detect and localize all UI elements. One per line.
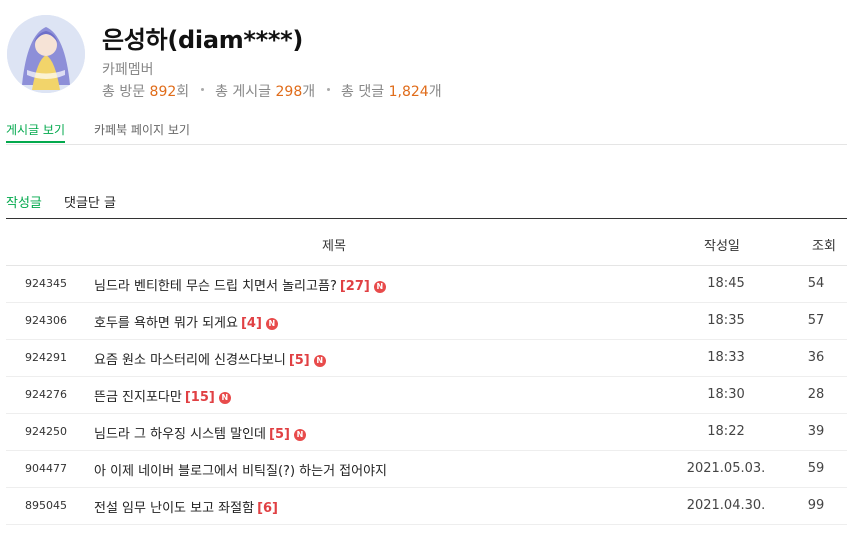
post-title[interactable]: 님드라 벤티한테 무슨 드립 치면서 놀리고픔? bbox=[94, 279, 337, 294]
tab-cafebook[interactable]: 카페북 페이지 보기 bbox=[94, 121, 190, 138]
table-row[interactable]: 895045 전설 임무 난이도 보고 좌절함 [6] 2021.04.30. 99 bbox=[6, 488, 847, 525]
post-id: 904477 bbox=[25, 462, 67, 475]
post-date: 18:30 bbox=[707, 387, 745, 402]
visits-count: 892 bbox=[149, 84, 177, 100]
post-id: 924291 bbox=[25, 351, 67, 364]
post-date: 2021.04.30. bbox=[686, 498, 766, 513]
tab-posts[interactable]: 게시글 보기 bbox=[6, 121, 66, 143]
visits-label: 총 방문 bbox=[102, 84, 146, 100]
post-title[interactable]: 아 이제 네이버 블로그에서 비틱질(?) 하는거 접어야지 bbox=[94, 464, 387, 479]
comments-label: 총 댓글 bbox=[341, 84, 385, 100]
post-title-link[interactable]: 님드라 그 하우징 시스템 말인데 [5] N bbox=[94, 423, 306, 442]
post-date: 18:22 bbox=[707, 424, 745, 439]
table-row[interactable]: 924250 님드라 그 하우징 시스템 말인데 [5] N 18:22 39 bbox=[6, 414, 847, 451]
comment-count[interactable]: [4] bbox=[241, 316, 262, 331]
post-date: 2021.05.03. bbox=[686, 461, 766, 476]
post-date: 18:45 bbox=[707, 276, 745, 291]
comment-count[interactable]: [6] bbox=[257, 501, 278, 516]
header-title: 제목 bbox=[322, 239, 346, 254]
posts-unit: 개 bbox=[302, 84, 316, 100]
table-row[interactable]: 904477 아 이제 네이버 블로그에서 비틱질(?) 하는거 접어야지 2021… bbox=[6, 451, 847, 488]
new-badge-icon: N bbox=[373, 281, 386, 293]
post-title-link[interactable]: 아 이제 네이버 블로그에서 비틱질(?) 하는거 접어야지 bbox=[94, 460, 387, 479]
post-views: 99 bbox=[807, 498, 825, 513]
post-views: 54 bbox=[807, 276, 825, 291]
avatar-image bbox=[7, 15, 85, 93]
post-table: 제목 작성일 조회 924345 님드라 벤티한테 무슨 드립 치면서 놀리고픔?… bbox=[6, 218, 847, 525]
avatar[interactable] bbox=[7, 15, 85, 93]
post-title[interactable]: 호두를 욕하면 뭐가 되게요 bbox=[94, 316, 238, 331]
post-title[interactable]: 님드라 그 하우징 시스템 말인데 bbox=[94, 427, 266, 442]
visits-unit: 회 bbox=[176, 84, 190, 100]
post-date: 18:33 bbox=[707, 350, 745, 365]
table-row[interactable]: 924291 요즘 원소 마스터리에 신경쓰다보니 [5] N 18:33 36 bbox=[6, 340, 847, 377]
comment-count[interactable]: [27] bbox=[340, 279, 370, 294]
post-id: 924276 bbox=[25, 388, 67, 401]
post-title-link[interactable]: 호두를 욕하면 뭐가 되게요 [4] N bbox=[94, 312, 278, 331]
new-badge-icon: N bbox=[218, 392, 231, 404]
table-header: 제목 작성일 조회 bbox=[6, 219, 847, 266]
post-date: 18:35 bbox=[707, 313, 745, 328]
stats-separator bbox=[326, 87, 330, 91]
new-badge-icon: N bbox=[265, 318, 278, 330]
post-views: 57 bbox=[807, 313, 825, 328]
comment-count[interactable]: [5] bbox=[269, 427, 290, 442]
posts-count: 298 bbox=[275, 84, 303, 100]
post-title-link[interactable]: 뜬금 진지포다만 [15] N bbox=[94, 386, 231, 405]
header-views: 조회 bbox=[812, 239, 836, 254]
post-views: 59 bbox=[807, 461, 825, 476]
post-views: 28 bbox=[807, 387, 825, 402]
post-views: 36 bbox=[807, 350, 825, 365]
subtab-commented-posts[interactable]: 댓글단 글 bbox=[64, 192, 116, 211]
profile-name: 은성하(diam****) bbox=[102, 26, 304, 54]
post-id: 895045 bbox=[25, 499, 67, 512]
comment-count[interactable]: [5] bbox=[289, 353, 310, 368]
table-row[interactable]: 924345 님드라 벤티한테 무슨 드립 치면서 놀리고픔? [27] N 18:45… bbox=[6, 266, 847, 303]
table-row[interactable]: 924306 호두를 욕하면 뭐가 되게요 [4] N 18:35 57 bbox=[6, 303, 847, 340]
post-title[interactable]: 뜬금 진지포다만 bbox=[94, 390, 182, 405]
comment-count[interactable]: [15] bbox=[185, 390, 215, 405]
post-id: 924250 bbox=[25, 425, 67, 438]
post-title[interactable]: 요즘 원소 마스터리에 신경쓰다보니 bbox=[94, 353, 286, 368]
table-row[interactable]: 924276 뜬금 진지포다만 [15] N 18:30 28 bbox=[6, 377, 847, 414]
post-id: 924345 bbox=[25, 277, 67, 290]
post-id: 924306 bbox=[25, 314, 67, 327]
stats-separator bbox=[200, 87, 204, 91]
post-title-link[interactable]: 요즘 원소 마스터리에 신경쓰다보니 [5] N bbox=[94, 349, 326, 368]
subtab-written-posts[interactable]: 작성글 bbox=[6, 192, 42, 211]
posts-label: 총 게시글 bbox=[215, 84, 272, 100]
post-views: 39 bbox=[807, 424, 825, 439]
comments-unit: 개 bbox=[428, 84, 442, 100]
profile-role: 카페멤버 bbox=[102, 62, 154, 78]
header-date: 작성일 bbox=[704, 239, 740, 254]
post-title-link[interactable]: 전설 임무 난이도 보고 좌절함 [6] bbox=[94, 497, 278, 516]
profile-stats: 총 방문 892회 총 게시글 298개 총 댓글 1,824개 bbox=[102, 81, 442, 101]
view-tabs: 게시글 보기 카페북 페이지 보기 bbox=[6, 118, 847, 145]
new-badge-icon: N bbox=[293, 429, 306, 441]
post-title-link[interactable]: 님드라 벤티한테 무슨 드립 치면서 놀리고픔? [27] N bbox=[94, 275, 386, 294]
comments-count: 1,824 bbox=[388, 84, 429, 100]
post-title[interactable]: 전설 임무 난이도 보고 좌절함 bbox=[94, 501, 254, 516]
new-badge-icon: N bbox=[313, 355, 326, 367]
